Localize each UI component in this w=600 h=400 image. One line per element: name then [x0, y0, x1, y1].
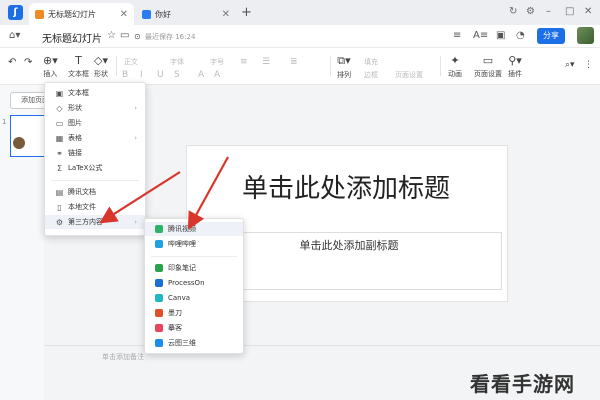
watermark: 看看手游网: [470, 372, 575, 396]
red-arrow-to-third-party: [99, 171, 181, 224]
annotation-arrows: [99, 156, 229, 230]
red-arrow-to-tencent-video: [187, 156, 229, 230]
